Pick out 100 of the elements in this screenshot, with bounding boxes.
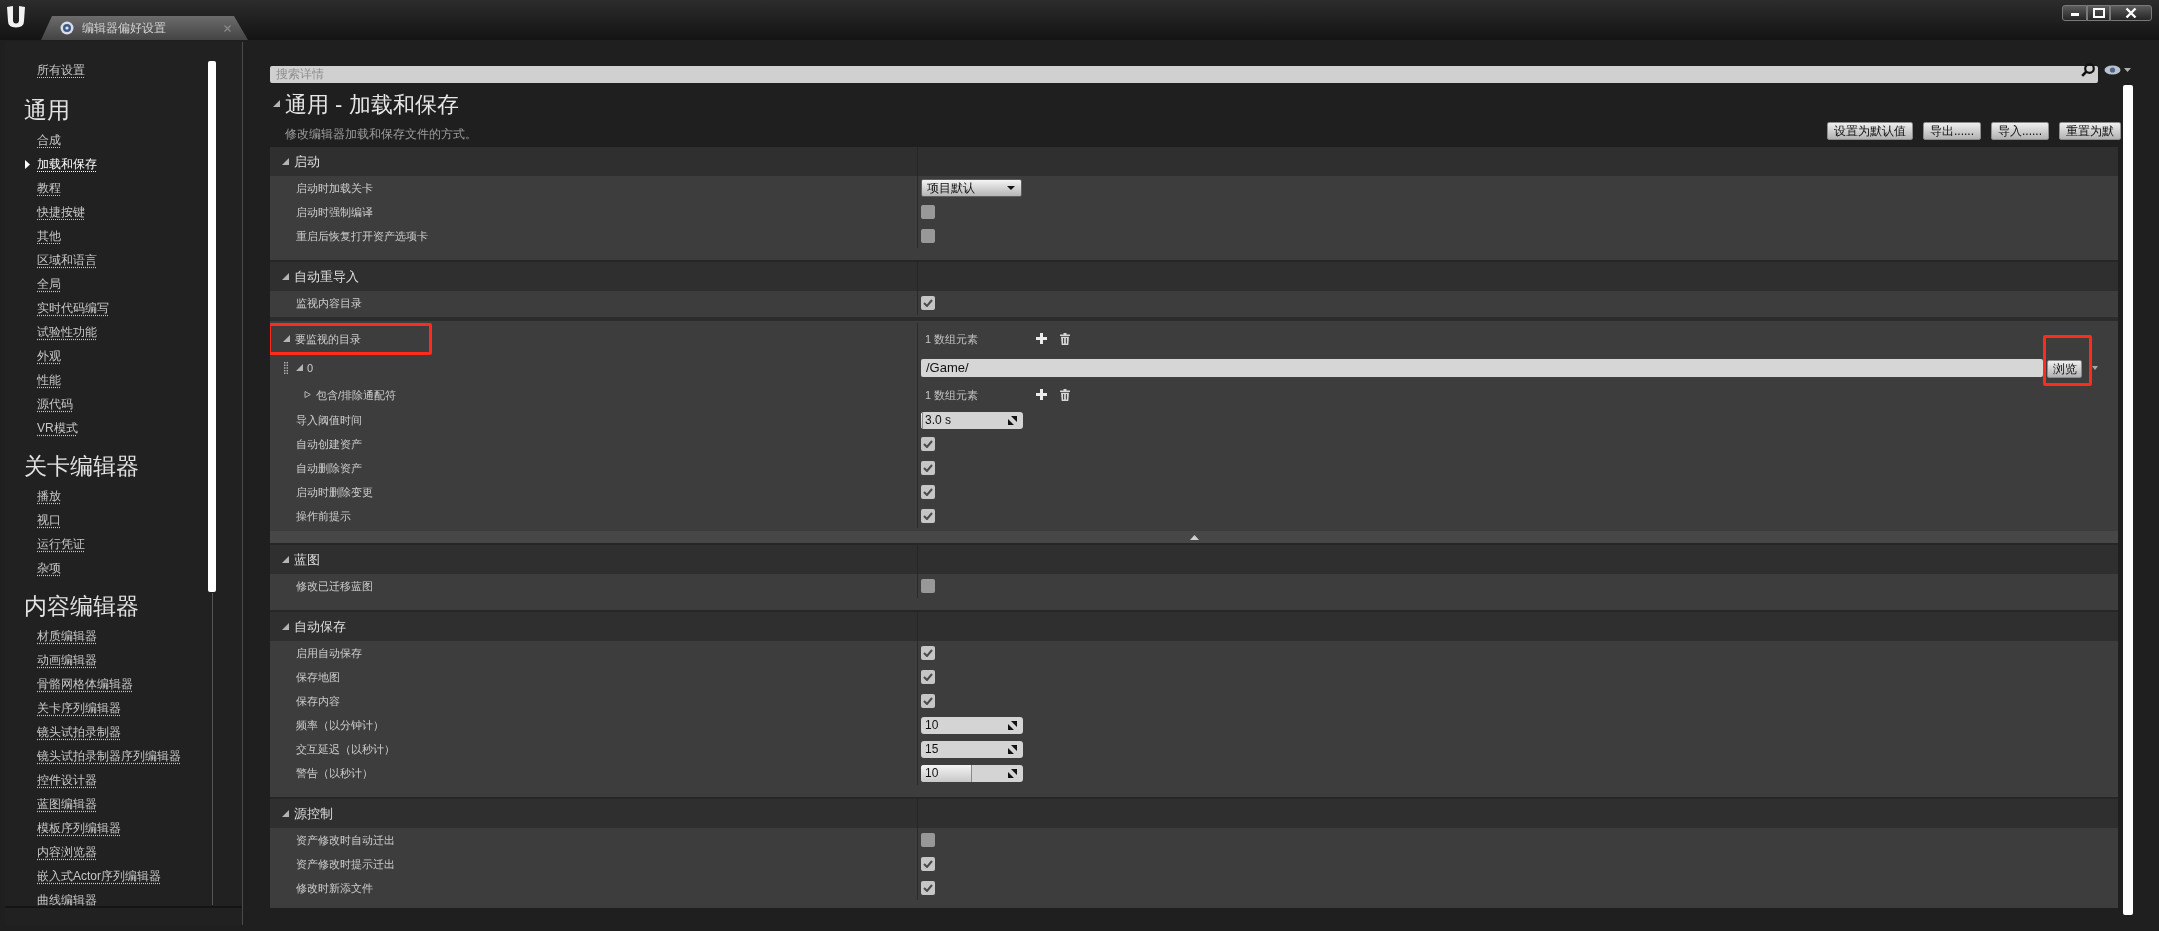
sidebar-link[interactable]: 试验性功能 [37, 325, 97, 339]
caret-icon[interactable] [2124, 67, 2131, 72]
sidebar-link[interactable]: 关卡序列编辑器 [37, 701, 121, 715]
checkbox[interactable] [921, 646, 935, 660]
sidebar-link[interactable]: 杂项 [37, 561, 61, 575]
plus-icon[interactable] [1036, 333, 1047, 344]
action-button[interactable]: 导入...... [1991, 122, 2049, 140]
caret-icon[interactable] [2092, 365, 2098, 370]
corner-triangles-icon [1008, 720, 1017, 730]
sidebar-link[interactable]: 模板序列编辑器 [37, 821, 121, 835]
sidebar-link[interactable]: 区域和语言 [37, 253, 97, 267]
caret-icon [1007, 186, 1015, 190]
sidebar-link[interactable]: 镜头试拍录制器 [37, 725, 121, 739]
close-button[interactable] [2110, 5, 2152, 21]
triangle-icon[interactable] [282, 556, 289, 563]
property-label: 要监视的目录 [295, 331, 361, 346]
minimize-button[interactable] [2062, 5, 2087, 21]
sidebar-link[interactable]: VR模式 [37, 421, 78, 435]
search-icon[interactable] [2081, 62, 2095, 77]
maximize-button[interactable] [2087, 5, 2110, 21]
sidebar-link[interactable]: 播放 [37, 489, 61, 503]
checkbox[interactable] [921, 485, 935, 499]
trash-icon[interactable] [1060, 332, 1070, 345]
category-title: 自动重导入 [294, 268, 359, 285]
category-header[interactable]: 启动 [270, 147, 2118, 176]
checkbox[interactable] [921, 229, 935, 243]
sidebar-link[interactable]: 骨骼网格体编辑器 [37, 677, 133, 691]
sidebar-link[interactable]: 教程 [37, 181, 61, 195]
sidebar-link[interactable]: 加载和保存 [37, 157, 97, 171]
check-icon [923, 884, 933, 892]
sidebar-link[interactable]: 镜头试拍录制器序列编辑器 [37, 749, 181, 763]
category-header[interactable]: 蓝图 [270, 545, 2118, 574]
number-field[interactable]: 3.0 s [921, 411, 1023, 429]
category-header[interactable]: 自动保存 [270, 612, 2118, 641]
sidebar-link[interactable]: 实时代码编写 [37, 301, 109, 315]
sidebar-link[interactable]: 全局 [37, 277, 61, 291]
action-button[interactable]: 设置为默认值 [1826, 122, 1913, 140]
triangle-icon[interactable] [283, 335, 290, 342]
triangle-icon[interactable] [296, 364, 303, 371]
sidebar-link[interactable]: 源代码 [37, 397, 73, 411]
action-button[interactable]: 导出...... [1922, 122, 1981, 140]
checkbox[interactable] [921, 205, 935, 219]
category-header[interactable]: 源控制 [270, 799, 2118, 828]
eye-icon[interactable] [2104, 64, 2121, 75]
drag-handle-icon[interactable] [284, 361, 288, 374]
checkbox[interactable] [921, 694, 935, 708]
property-label: 自动删除资产 [296, 461, 362, 475]
sidebar-link[interactable]: 运行凭证 [37, 537, 85, 551]
property-label: 重启后恢复打开资产选项卡 [296, 229, 428, 243]
triangle-icon[interactable] [282, 810, 289, 817]
property-label: 资产修改时自动迁出 [296, 833, 395, 847]
browse-button[interactable]: 浏览 [2047, 359, 2082, 378]
triangle-icon[interactable] [282, 623, 289, 630]
sidebar-link[interactable]: 内容浏览器 [37, 845, 97, 859]
triangle-icon[interactable] [304, 391, 311, 398]
number-field[interactable]: 10 [921, 716, 1023, 734]
category-title: 自动保存 [294, 618, 346, 635]
checkbox[interactable] [921, 857, 935, 871]
sidebar-link[interactable]: 控件设计器 [37, 773, 97, 787]
tab[interactable]: 编辑器偏好设置 [41, 16, 248, 40]
checkbox[interactable] [921, 670, 935, 684]
number-field[interactable]: 15 [921, 740, 1023, 758]
triangle-icon[interactable] [282, 273, 289, 280]
checkbox[interactable] [921, 461, 935, 475]
checkbox[interactable] [921, 437, 935, 451]
path-field[interactable]: /Game/ [921, 358, 2043, 377]
scrollbar-thumb[interactable] [208, 61, 216, 592]
property-label: 包含/排除通配符 [316, 387, 397, 402]
advanced-toggle[interactable] [270, 531, 2118, 543]
checkbox[interactable] [921, 509, 935, 523]
checkbox[interactable] [921, 833, 935, 847]
dropdown[interactable]: 项目默认 [921, 179, 1022, 197]
sidebar-link[interactable]: 嵌入式Actor序列编辑器 [37, 869, 161, 883]
triangle-icon[interactable] [273, 99, 280, 107]
trash-icon[interactable] [1060, 388, 1070, 401]
scrollbar-thumb[interactable] [2123, 85, 2133, 915]
array-count: 1 数组元素 [924, 387, 979, 402]
sidebar-link[interactable]: 曲线编辑器 [37, 893, 97, 906]
sidebar-link[interactable]: 所有设置 [37, 63, 85, 77]
checkbox[interactable] [921, 296, 935, 310]
property-label: 保存内容 [296, 694, 340, 708]
sidebar-link[interactable]: 合成 [37, 133, 61, 147]
check-icon [923, 464, 933, 472]
checkbox[interactable] [921, 579, 935, 593]
triangle-icon[interactable] [282, 158, 289, 165]
sidebar-link[interactable]: 其他 [37, 229, 61, 243]
sidebar-link[interactable]: 外观 [37, 349, 61, 363]
sidebar-link[interactable]: 视口 [37, 513, 61, 527]
sidebar-link[interactable]: 性能 [37, 373, 61, 387]
sidebar-link[interactable]: 动画编辑器 [37, 653, 97, 667]
sidebar-link[interactable]: 蓝图编辑器 [37, 797, 97, 811]
number-field[interactable]: 10 [921, 764, 1023, 782]
checkbox[interactable] [921, 881, 935, 895]
sidebar-link[interactable]: 材质编辑器 [37, 629, 97, 643]
element-index: 0 [307, 360, 314, 375]
sidebar-link[interactable]: 快捷按键 [37, 205, 85, 219]
action-button[interactable]: 重置为默 [2059, 122, 2121, 140]
search-field[interactable]: 搜索详情 [270, 65, 2098, 83]
category-header[interactable]: 自动重导入 [270, 262, 2118, 291]
plus-icon[interactable] [1036, 389, 1047, 400]
